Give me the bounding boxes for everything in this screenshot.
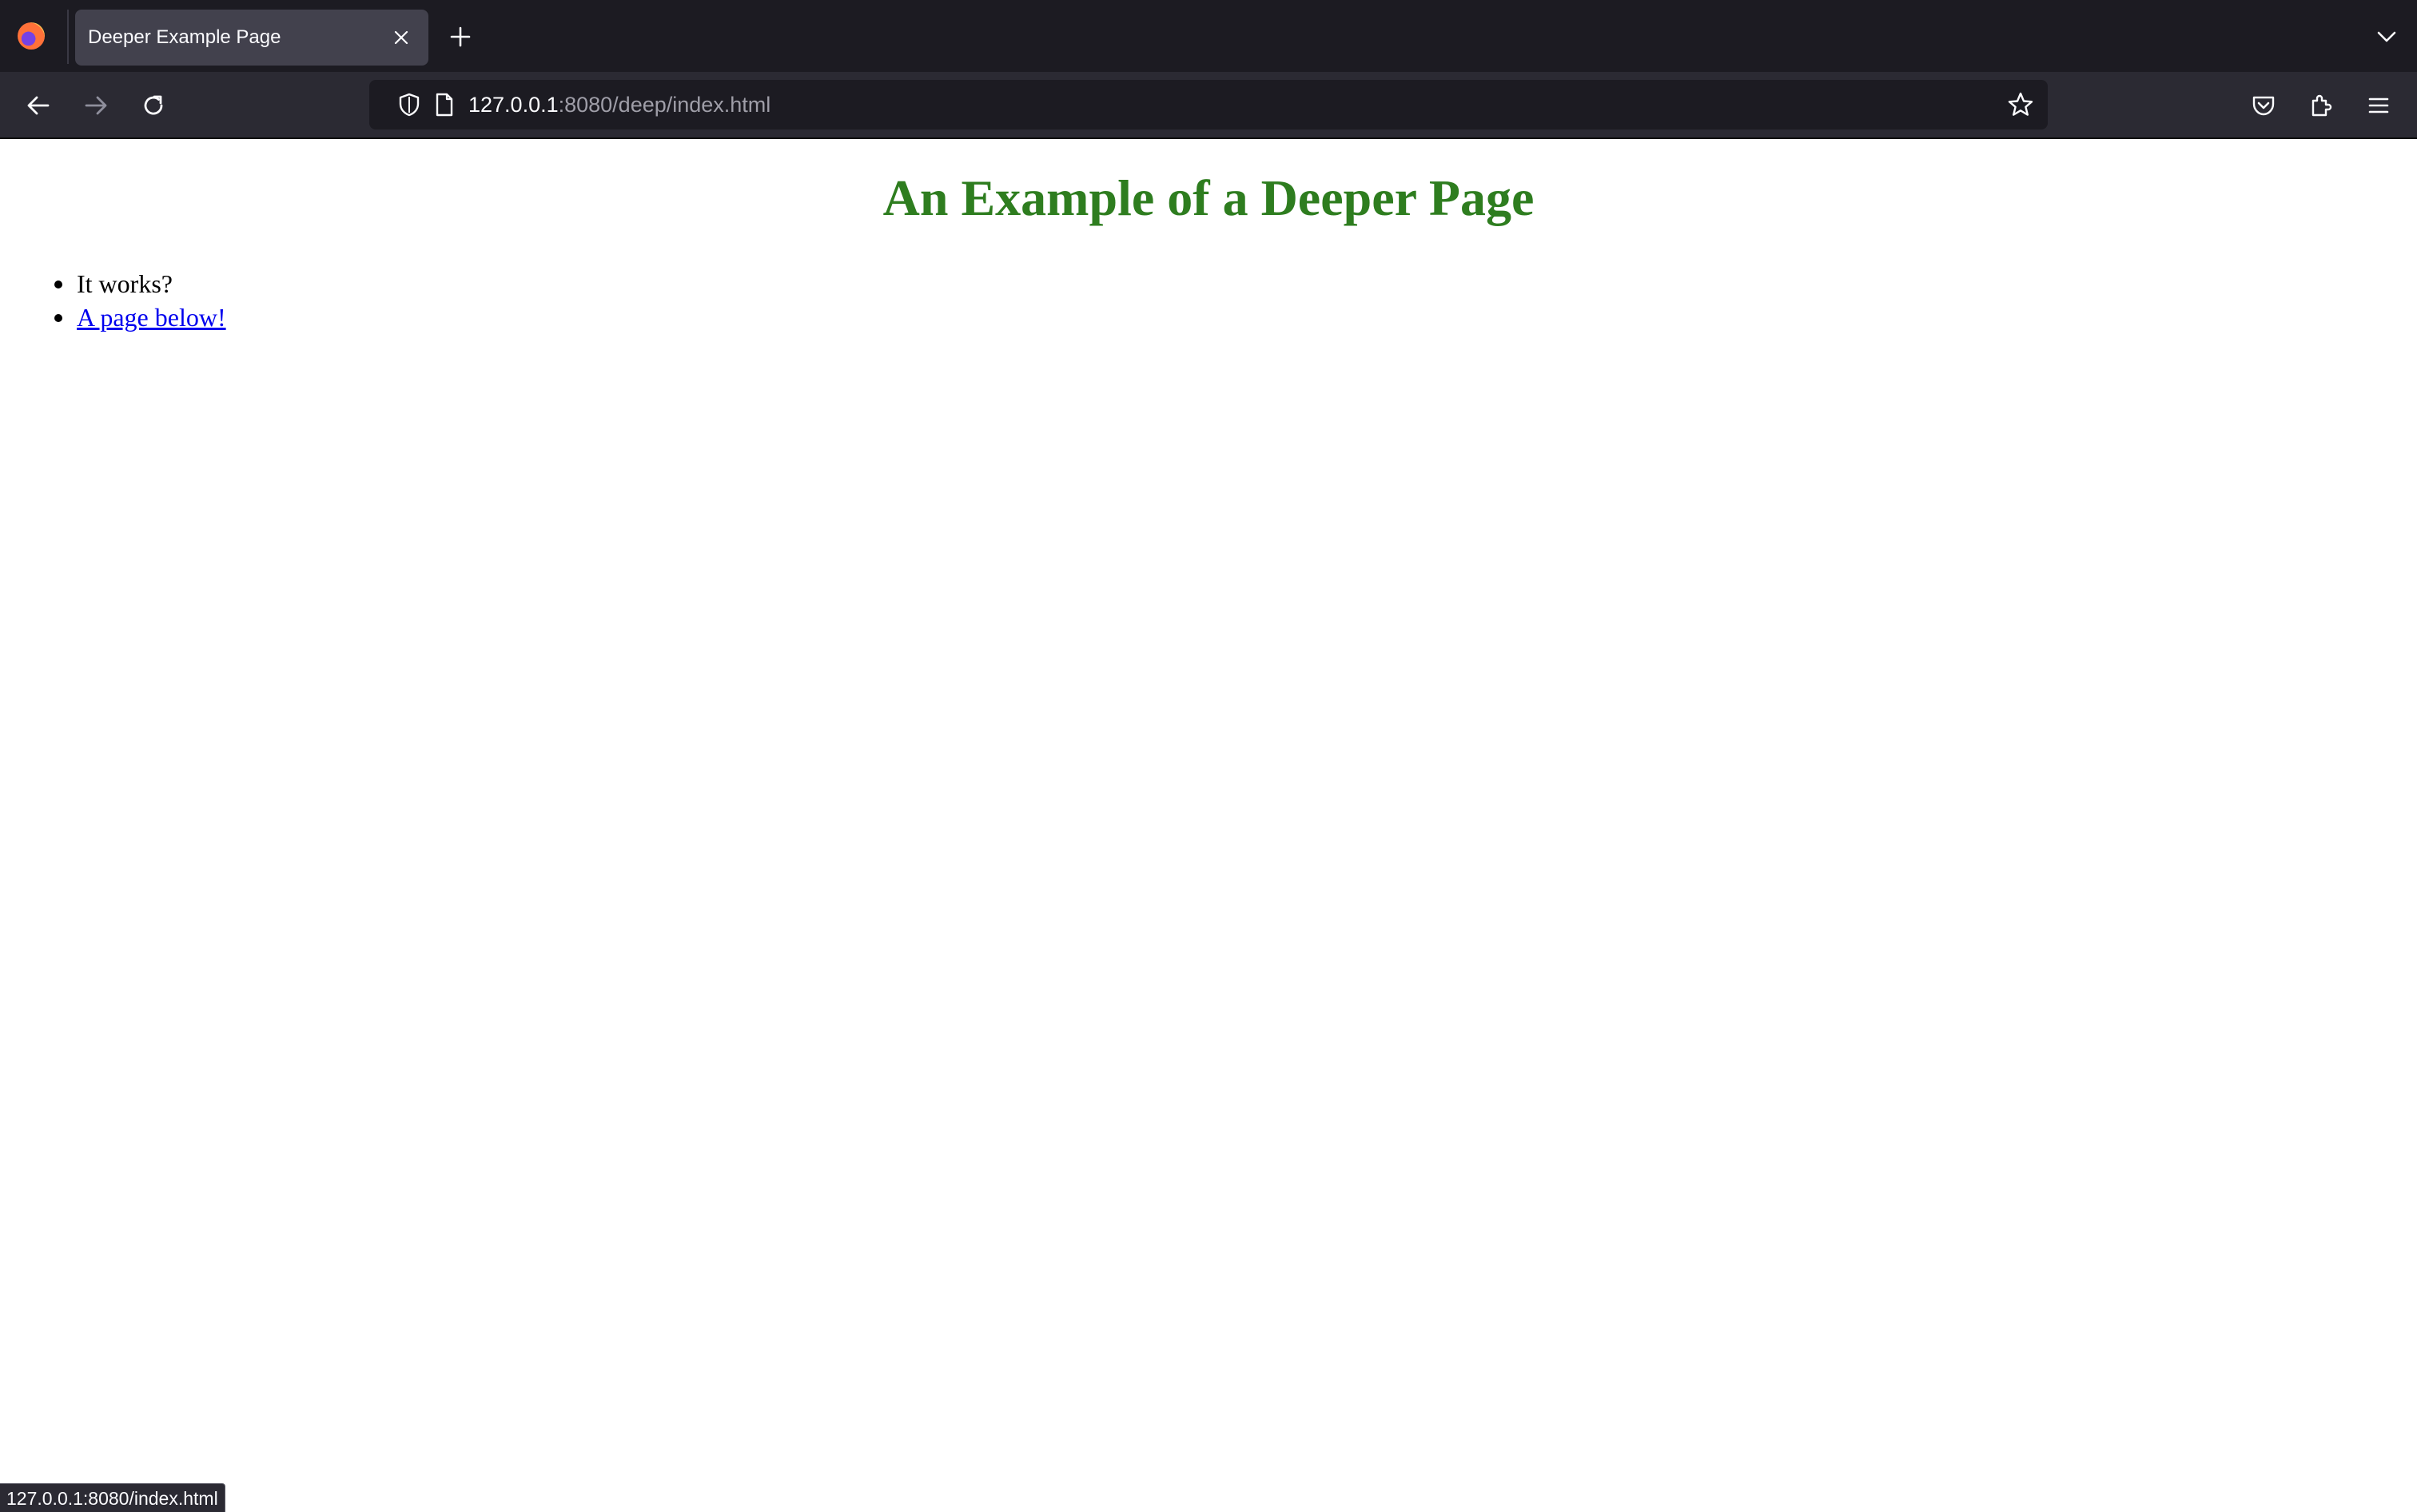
url-bar[interactable]: 127.0.0.1:8080/deep/index.html <box>369 80 2048 129</box>
item-list: It works? A page below! <box>0 267 226 334</box>
bullet-icon <box>54 314 62 322</box>
list-item: It works? <box>0 267 226 300</box>
page-heading: An Example of a Deeper Page <box>882 169 1535 226</box>
list-item-text: It works? <box>77 269 173 298</box>
page-icon[interactable] <box>430 90 459 119</box>
browser-window: Deeper Example Page 127.0.0.1:8080/deep/… <box>0 0 2417 1512</box>
hamburger-menu-icon[interactable] <box>2359 86 2398 125</box>
navigation-toolbar: 127.0.0.1:8080/deep/index.html <box>0 72 2417 139</box>
list-item: A page below! <box>0 300 226 334</box>
tab-deeper-example-page[interactable]: Deeper Example Page <box>75 10 428 66</box>
shield-icon[interactable] <box>395 90 424 119</box>
url-host: 127.0.0.1 <box>468 93 559 117</box>
tab-title: Deeper Example Page <box>88 26 281 48</box>
puzzle-piece-icon[interactable] <box>2302 86 2340 125</box>
chevron-down-icon[interactable] <box>2369 19 2404 54</box>
page-below-link[interactable]: A page below! <box>77 303 226 332</box>
bullet-icon <box>54 281 62 288</box>
tab-strip: Deeper Example Page <box>0 0 2417 72</box>
pocket-icon[interactable] <box>2244 86 2283 125</box>
url-text[interactable]: 127.0.0.1:8080/deep/index.html <box>468 80 770 129</box>
firefox-logo-icon <box>18 22 45 50</box>
close-icon[interactable] <box>385 22 417 54</box>
forward-arrow-icon[interactable] <box>77 86 115 125</box>
star-icon[interactable] <box>2005 89 2037 121</box>
link-status-overlay: 127.0.0.1:8080/index.html <box>0 1483 225 1512</box>
url-path: :8080/deep/index.html <box>558 93 771 117</box>
page-content: An Example of a Deeper Page It works? A … <box>0 139 2417 1512</box>
plus-icon[interactable] <box>443 19 478 54</box>
reload-icon[interactable] <box>134 86 173 125</box>
back-arrow-icon[interactable] <box>19 86 58 125</box>
tab-separator <box>67 10 69 64</box>
